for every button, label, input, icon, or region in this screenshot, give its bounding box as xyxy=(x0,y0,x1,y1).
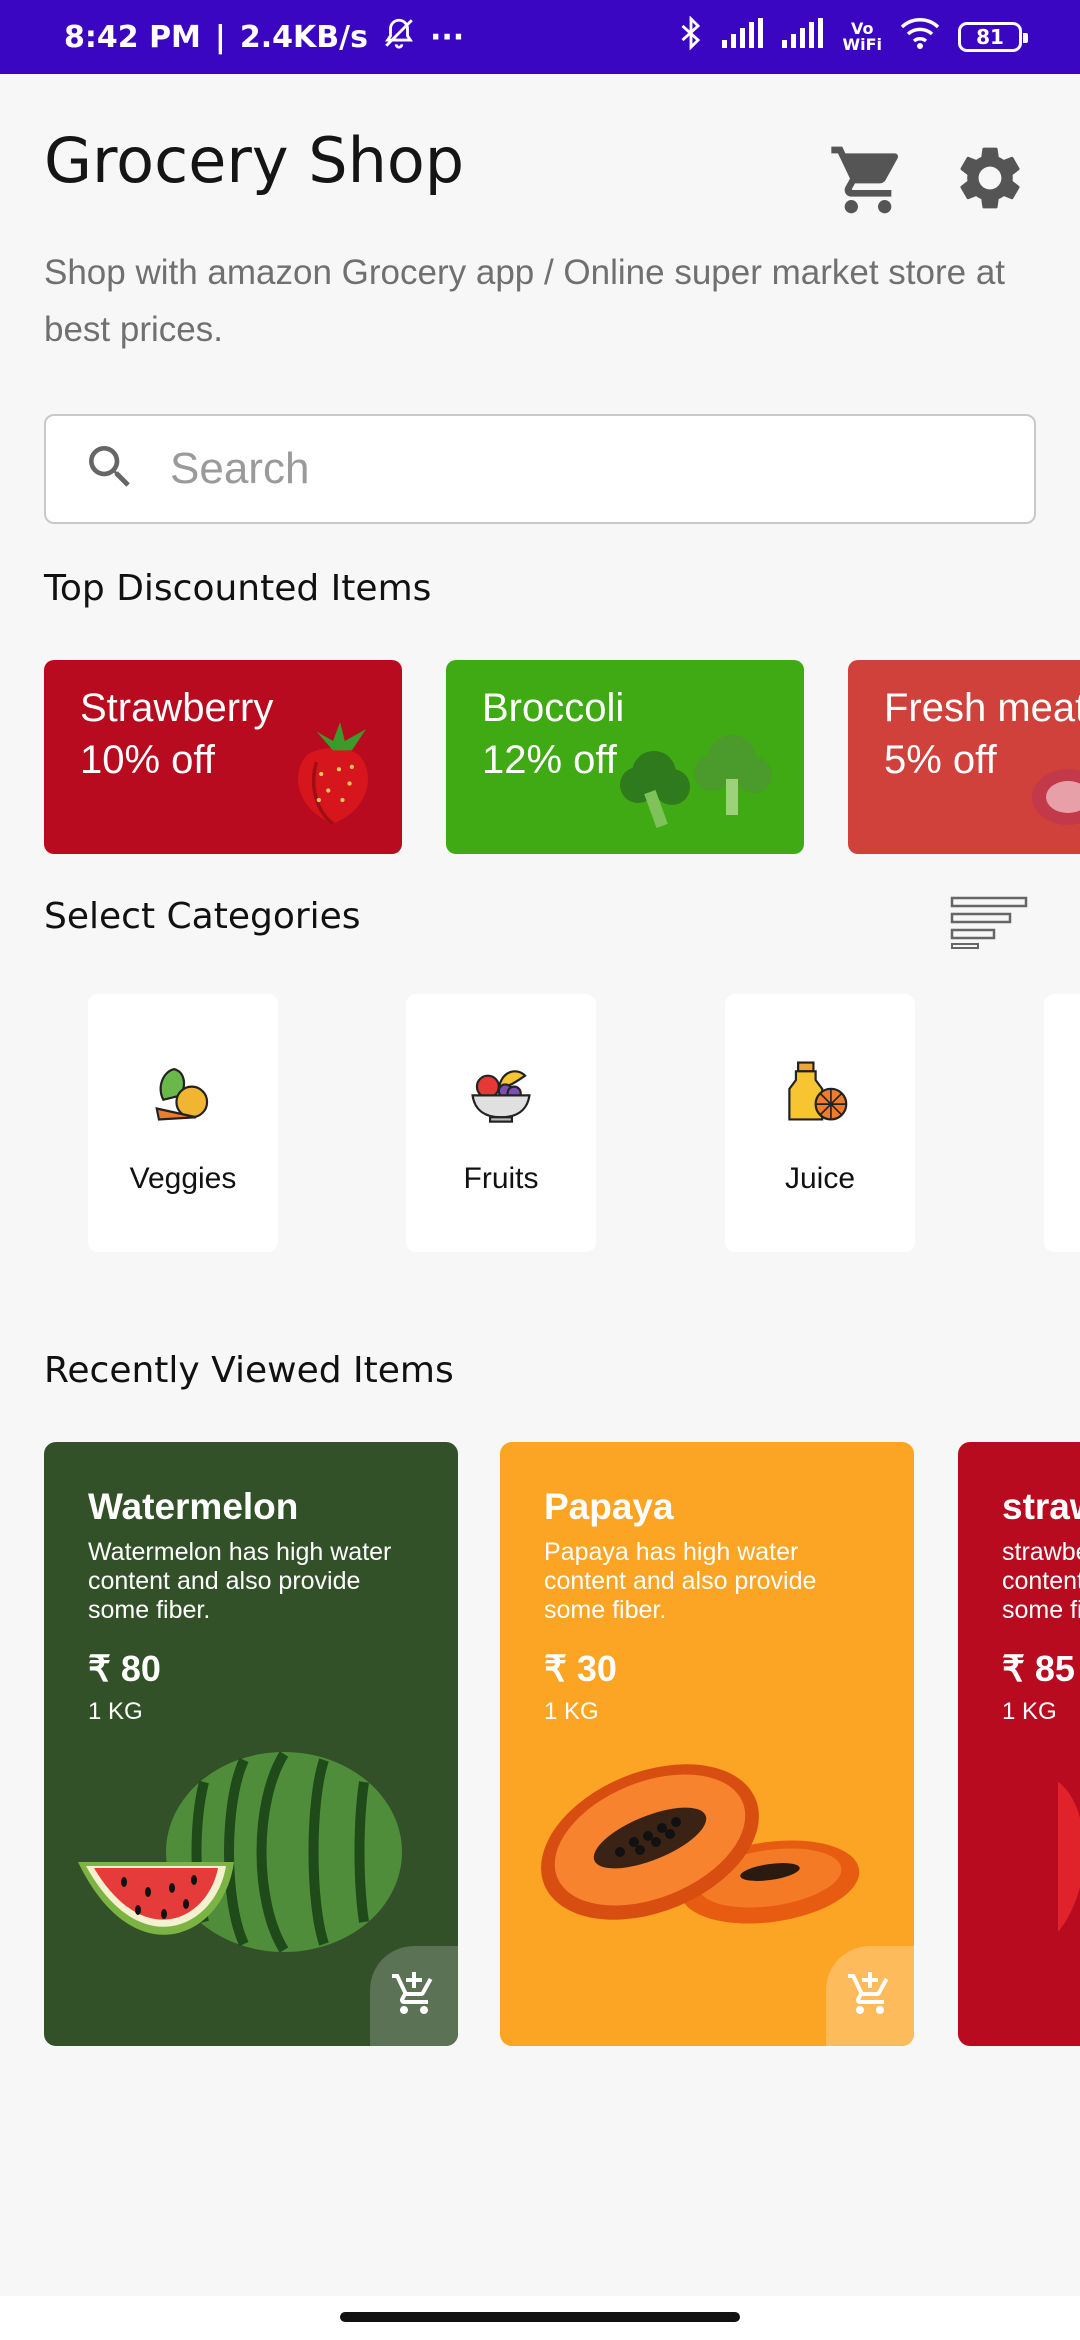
search-box[interactable] xyxy=(44,414,1036,524)
product-description: strawberry has high water content and al… xyxy=(1002,1538,1080,1624)
product-card-watermelon[interactable]: Watermelon Watermelon has high water con… xyxy=(44,1442,458,2046)
discount-item-percent: 10% off xyxy=(80,738,215,782)
gear-icon[interactable] xyxy=(952,140,1028,225)
section-title-recently-viewed: Recently Viewed Items xyxy=(44,1350,454,1391)
signal-icon-sim2 xyxy=(782,18,824,56)
broccoli-image xyxy=(614,723,794,838)
recent-items-carousel[interactable]: Watermelon Watermelon has high water con… xyxy=(44,1442,1080,2046)
fruit-bowl-icon xyxy=(466,1056,536,1131)
discount-item-percent: 5% off xyxy=(884,738,997,782)
category-veggies[interactable]: Veggies xyxy=(88,994,278,1252)
discount-card-broccoli[interactable]: Broccoli 12% off xyxy=(446,660,804,854)
discount-item-name: Fresh meat xyxy=(884,686,1080,730)
product-description: Papaya has high water content and also p… xyxy=(544,1538,817,1624)
wifi-icon xyxy=(900,17,940,57)
category-list[interactable]: Veggies Fruits Juice xyxy=(0,994,1080,1254)
strawberry-image xyxy=(1058,1742,1080,1947)
home-indicator[interactable] xyxy=(340,2312,740,2322)
product-card-papaya[interactable]: Papaya Papaya has high water content and… xyxy=(500,1442,914,2046)
category-partial[interactable] xyxy=(1044,994,1080,1252)
category-label: Fruits xyxy=(463,1162,539,1195)
discount-item-name: Strawberry xyxy=(80,686,274,730)
cart-icon[interactable] xyxy=(828,140,908,225)
product-name: Papaya xyxy=(544,1486,674,1527)
discount-item-percent: 12% off xyxy=(482,738,617,782)
category-label: Juice xyxy=(784,1162,856,1195)
product-description: Watermelon has high water content and al… xyxy=(88,1538,392,1624)
search-input[interactable] xyxy=(168,443,972,495)
add-cart-icon xyxy=(846,1970,894,2023)
status-left: 8:42 PM | 2.4KB/s ··· xyxy=(0,16,464,58)
section-title-top-discounted: Top Discounted Items xyxy=(44,568,432,609)
juice-icon xyxy=(785,1056,855,1131)
product-unit: 1 KG xyxy=(1002,1698,1057,1725)
vowifi-indicator: Vo WiFi xyxy=(842,21,882,53)
page-title: Grocery Shop xyxy=(44,124,465,197)
bell-muted-icon xyxy=(382,16,416,58)
product-unit: 1 KG xyxy=(544,1698,599,1725)
discount-item-name: Broccoli xyxy=(482,686,625,730)
product-price: ₹ 85 xyxy=(1002,1648,1075,1689)
category-juice[interactable]: Juice xyxy=(725,994,915,1252)
discount-card-fresh-meat[interactable]: Fresh meat 5% off xyxy=(848,660,1080,854)
veggies-icon xyxy=(148,1056,218,1131)
add-to-cart-button[interactable] xyxy=(370,1946,458,2046)
papaya-image xyxy=(530,1742,870,1957)
meat-image xyxy=(1028,761,1080,836)
product-card-strawberry[interactable]: strawberry strawberry has high water con… xyxy=(958,1442,1080,2046)
status-time: 8:42 PM xyxy=(64,19,201,55)
bluetooth-icon xyxy=(678,15,704,58)
status-network-speed: 2.4KB/s xyxy=(239,19,368,55)
status-more-dots: ··· xyxy=(429,19,465,55)
category-label: Veggies xyxy=(129,1162,237,1195)
status-bar: 8:42 PM | 2.4KB/s ··· Vo WiFi 81 xyxy=(0,0,1080,74)
product-name: Watermelon xyxy=(88,1486,299,1527)
product-price: ₹ 30 xyxy=(544,1648,617,1689)
vowifi-bottom: WiFi xyxy=(842,35,882,54)
battery-indicator: 81 xyxy=(958,22,1028,52)
add-cart-icon xyxy=(390,1970,438,2023)
signal-icon-sim1 xyxy=(722,18,764,56)
header-actions xyxy=(828,140,1028,225)
product-name: strawberry xyxy=(1002,1486,1080,1527)
category-fruits[interactable]: Fruits xyxy=(406,994,596,1252)
product-unit: 1 KG xyxy=(88,1698,143,1725)
status-right: Vo WiFi 81 xyxy=(678,15,1080,58)
status-separator: | xyxy=(214,19,226,55)
strawberry-image xyxy=(274,715,392,838)
watermelon-image xyxy=(74,1742,414,1987)
page-subtitle: Shop with amazon Grocery app / Online su… xyxy=(44,253,1006,349)
discount-carousel[interactable]: Strawberry 10% off Broccoli 12% off Fres… xyxy=(44,660,1080,854)
sort-filter-icon[interactable] xyxy=(950,896,1030,955)
product-price: ₹ 80 xyxy=(88,1648,161,1689)
section-title-categories: Select Categories xyxy=(44,896,361,937)
search-icon xyxy=(82,439,138,500)
add-to-cart-button[interactable] xyxy=(826,1946,914,2046)
discount-card-strawberry[interactable]: Strawberry 10% off xyxy=(44,660,402,854)
